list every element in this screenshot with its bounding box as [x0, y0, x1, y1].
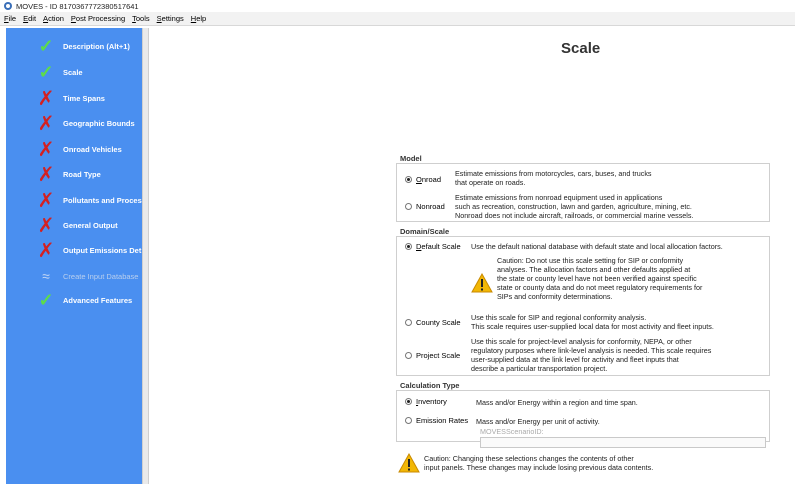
sidebar-item-label: Scale — [63, 67, 83, 77]
radio-button[interactable] — [405, 319, 412, 326]
sidebar-item-advanced-features[interactable]: ✓ Advanced Features — [6, 290, 142, 310]
inventory-radio[interactable]: Inventory — [405, 397, 447, 406]
sidebar-item-label: Geographic Bounds — [63, 118, 135, 128]
menu-file[interactable]: File — [4, 14, 16, 23]
sidebar-item-onroad-vehicles[interactable]: ✗ Onroad Vehicles — [6, 139, 142, 159]
sidebar-item-pollutants[interactable]: ✗ Pollutants and Proces — [6, 190, 142, 210]
nonroad-description: Estimate emissions from nonroad equipmen… — [455, 193, 694, 220]
sidebar-item-label: Onroad Vehicles — [63, 144, 122, 154]
sidebar-item-road-type[interactable]: ✗ Road Type — [6, 164, 142, 184]
onroad-radio[interactable]: Onroad — [405, 175, 441, 184]
default-scale-label: Default Scale — [416, 242, 461, 251]
emission-rates-radio[interactable]: Emission Rates — [405, 416, 468, 425]
menu-tools[interactable]: Tools — [132, 14, 150, 23]
window-title: MOVES - ID 8170367772380517641 — [16, 1, 139, 11]
cross-icon: ✗ — [37, 238, 55, 262]
warning-icon — [398, 453, 420, 473]
sidebar-item-label: Output Emissions Det — [63, 245, 142, 255]
sidebar-item-geographic-bounds[interactable]: ✗ Geographic Bounds — [6, 113, 142, 133]
scenario-id-input[interactable] — [480, 437, 766, 448]
county-scale-radio[interactable]: County Scale — [405, 318, 461, 327]
cross-icon: ✗ — [37, 111, 55, 135]
radio-button[interactable] — [405, 352, 412, 359]
project-scale-radio[interactable]: Project Scale — [405, 351, 460, 360]
sidebar-item-general-output[interactable]: ✗ General Output — [6, 215, 142, 235]
cross-icon: ✗ — [37, 188, 55, 212]
sidebar-item-create-input-database: ≈ Create Input Database — [6, 266, 142, 286]
radio-button[interactable] — [405, 203, 412, 210]
sidebar-item-scale[interactable]: ✓ Scale — [6, 62, 142, 82]
radio-button[interactable] — [405, 243, 412, 250]
menu-bar: File Edit Action Post Processing Tools S… — [0, 12, 795, 26]
inventory-label: Inventory — [416, 397, 447, 406]
warning-icon — [471, 273, 493, 293]
menu-post-processing[interactable]: Post Processing — [71, 14, 125, 23]
nonroad-label: Nonroad — [416, 202, 445, 211]
onroad-description: Estimate emissions from motorcycles, car… — [455, 169, 652, 187]
check-icon: ✓ — [38, 62, 54, 82]
default-scale-caution: Caution: Do not use this scale setting f… — [497, 256, 703, 301]
check-icon: ✓ — [38, 290, 54, 310]
sidebar-item-description[interactable]: ✓ Description (Alt+1) — [6, 36, 142, 56]
sidebar-nav: ✓ Description (Alt+1) ✓ Scale ✗ Time Spa… — [6, 28, 142, 484]
sidebar-item-label: Time Spans — [63, 93, 105, 103]
domain-scale-group-title: Domain/Scale — [400, 227, 450, 236]
calculation-type-group-title: Calculation Type — [400, 381, 460, 390]
scenario-id-label: MOVESScenarioID: — [480, 427, 544, 436]
nonroad-radio[interactable]: Nonroad — [405, 202, 445, 211]
default-scale-description: Use the default national database with d… — [471, 242, 723, 251]
sidebar-item-label: Create Input Database — [63, 271, 139, 281]
cross-icon: ✗ — [37, 137, 55, 161]
cross-icon: ✗ — [37, 86, 55, 110]
emission-rates-label: Emission Rates — [416, 416, 469, 425]
default-scale-radio[interactable]: Default Scale — [405, 242, 461, 251]
waves-icon: ≈ — [42, 268, 50, 284]
project-scale-label: Project Scale — [416, 351, 461, 360]
sidebar-item-output-emissions[interactable]: ✗ Output Emissions Det — [6, 240, 142, 260]
check-icon: ✓ — [38, 36, 54, 56]
sidebar-item-label: Road Type — [63, 169, 101, 179]
menu-edit[interactable]: Edit — [23, 14, 36, 23]
bottom-caution-text: Caution: Changing these selections chang… — [424, 454, 654, 472]
app-icon — [4, 2, 12, 10]
page-title: Scale — [561, 40, 601, 57]
county-scale-description: Use this scale for SIP and regional conf… — [471, 313, 714, 331]
sidebar-item-time-spans[interactable]: ✗ Time Spans — [6, 88, 142, 108]
cross-icon: ✗ — [37, 213, 55, 237]
onroad-label: Onroad — [416, 175, 442, 184]
sidebar-item-label: Pollutants and Proces — [63, 195, 142, 205]
inventory-description: Mass and/or Energy within a region and t… — [476, 398, 638, 407]
sidebar-item-label: Description (Alt+1) — [63, 41, 130, 51]
project-scale-description: Use this scale for project-level analysi… — [471, 337, 712, 373]
cross-icon: ✗ — [37, 162, 55, 186]
title-bar: MOVES - ID 8170367772380517641 — [0, 0, 795, 12]
menu-action[interactable]: Action — [43, 14, 64, 23]
model-group-title: Model — [400, 154, 422, 163]
menu-help[interactable]: Help — [191, 14, 206, 23]
radio-button[interactable] — [405, 398, 412, 405]
emission-rates-description: Mass and/or Energy per unit of activity. — [476, 417, 600, 426]
county-scale-label: County Scale — [416, 318, 461, 327]
sidebar-item-label: Advanced Features — [63, 295, 133, 305]
radio-button[interactable] — [405, 417, 412, 424]
sidebar-item-label: General Output — [63, 220, 118, 230]
menu-settings[interactable]: Settings — [157, 14, 184, 23]
split-pane-divider[interactable] — [142, 28, 149, 484]
radio-button[interactable] — [405, 176, 412, 183]
